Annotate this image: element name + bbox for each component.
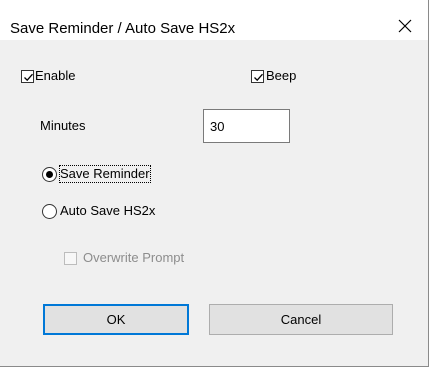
window-title: Save Reminder / Auto Save HS2x [10,20,236,37]
auto-save-radio[interactable] [42,203,57,219]
radio-selected-dot [46,170,53,178]
beep-label: Beep [266,68,297,83]
enable-option[interactable]: Enable [21,68,75,84]
beep-checkbox[interactable] [251,69,264,83]
title-bar[interactable]: Save Reminder / Auto Save HS2x [0,0,428,40]
overwrite-prompt-option: Overwrite Prompt [64,250,184,266]
checkmark-icon [24,73,33,81]
auto-save-option[interactable]: Auto Save HS2x [42,203,155,219]
save-reminder-option[interactable]: Save Reminder [42,165,151,183]
beep-option[interactable]: Beep [251,68,296,84]
save-reminder-radio[interactable] [42,166,57,182]
minutes-input[interactable] [203,109,290,143]
overwrite-prompt-checkbox [64,251,77,265]
save-reminder-label: Save Reminder [59,165,151,183]
ok-button[interactable]: OK [43,304,189,335]
checkmark-icon [254,73,263,81]
cancel-button[interactable]: Cancel [209,304,393,335]
close-button[interactable] [382,12,428,40]
minutes-label: Minutes [40,118,86,133]
dialog-window: Save Reminder / Auto Save HS2x Enable Be… [0,0,429,367]
close-icon [398,19,412,33]
enable-label: Enable [35,68,76,83]
enable-checkbox[interactable] [21,69,34,83]
auto-save-label: Auto Save HS2x [60,203,156,218]
overwrite-prompt-label: Overwrite Prompt [83,250,185,265]
